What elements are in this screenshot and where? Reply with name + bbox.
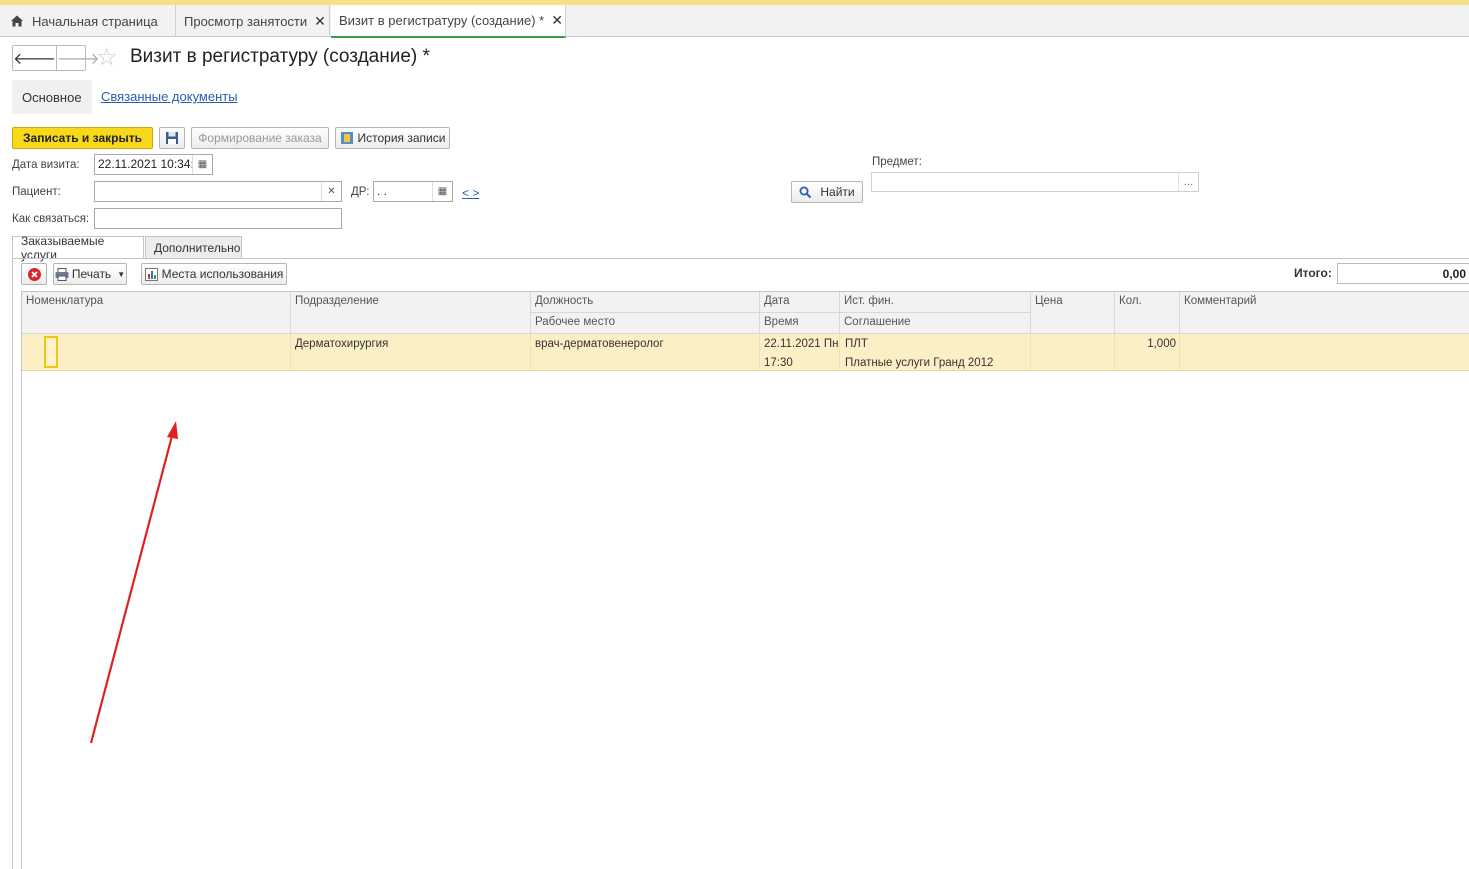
row-divider [1030,334,1031,371]
dob-label: ДР: [351,186,370,198]
tab-visit-label: Визит в регистратуру (создание) * [339,13,545,28]
column-header-time[interactable]: Время [760,313,840,334]
find-button-label: Найти [820,185,855,199]
visit-date-value: 22.11.2021 10:34:3 [98,157,201,171]
report-icon [144,267,158,281]
print-dropdown-button[interactable]: Печать ▼ [53,263,127,285]
section-related-docs-link[interactable]: Связанные документы [101,89,238,104]
total-label: Итого: [1294,266,1332,280]
cell-date[interactable]: 22.11.2021 Пн [764,338,839,350]
tab-additional[interactable]: Дополнительно [145,236,242,258]
column-header-comment[interactable]: Комментарий [1180,292,1469,334]
patient-label: Пациент: [12,186,61,198]
search-icon [799,186,812,198]
history-icon [340,132,353,144]
total-field: 0,00 [1337,263,1469,284]
row-divider [759,334,760,371]
form-order-button[interactable]: Формирование заказа [191,127,329,149]
record-history-button[interactable]: История записи [335,127,450,149]
column-header-fin-source[interactable]: Ист. фин. [840,292,1031,313]
favorite-star-icon[interactable]: ☆ [96,44,118,72]
places-of-use-button[interactable]: Места использования [141,263,287,285]
forward-arrow-icon[interactable]: 🡒 [55,46,100,70]
column-header-price[interactable]: Цена [1031,292,1115,334]
back-arrow-icon[interactable]: 🡐 [13,46,56,70]
tab-divider [12,258,1469,259]
contact-label: Как связаться: [12,213,90,225]
section-main[interactable]: Основное [12,80,92,114]
nomenclature-edit-cell[interactable] [44,336,58,368]
row-divider [530,334,531,371]
cell-fin-source[interactable]: ПЛТ [845,338,868,350]
find-button[interactable]: Найти [791,181,863,203]
column-header-workplace[interactable]: Рабочее место [531,313,760,334]
cell-position[interactable]: врач-дерматовенеролог [535,338,664,350]
column-header-nomenclature[interactable]: Номенклатура [22,292,291,334]
clear-icon[interactable]: ✕ [321,182,341,201]
delete-row-button[interactable] [21,263,47,285]
cell-time[interactable]: 17:30 [764,357,793,369]
save-button[interactable] [159,127,185,149]
print-label: Печать [71,267,112,281]
save-and-close-button[interactable]: Записать и закрыть [12,127,153,149]
dob-field[interactable]: . . ▦ [373,181,453,202]
page-title: Визит в регистратуру (создание) * [130,46,430,67]
column-header-date[interactable]: Дата [760,292,840,313]
delete-icon [27,267,41,281]
column-header-department[interactable]: Подразделение [291,292,531,334]
dob-value: . . [377,184,388,198]
contact-field[interactable] [94,208,342,229]
cell-department[interactable]: Дерматохирургия [295,338,388,350]
places-of-use-label: Места использования [161,267,284,281]
calendar-icon[interactable]: ▦ [192,155,212,174]
column-header-agreement[interactable]: Соглашение [840,313,1031,334]
patient-nav-link[interactable]: < > [462,186,479,200]
close-icon[interactable]: ✕ [314,13,326,30]
calendar-icon[interactable]: ▦ [432,182,452,201]
ellipsis-icon[interactable]: … [1178,173,1198,191]
tab-occupancy[interactable]: Просмотр занятости ✕ [176,5,330,37]
subject-label: Предмет: [872,156,922,168]
subject-field[interactable]: … [871,172,1199,192]
close-icon[interactable]: ✕ [551,12,563,29]
tab-visit-create[interactable]: Визит в регистратуру (создание) * ✕ [331,5,566,38]
history-nav: 🡐 🡒 [12,45,100,71]
patient-field[interactable]: ✕ [94,181,342,202]
column-header-position[interactable]: Должность [531,292,760,313]
floppy-disk-icon [166,132,178,144]
tab-ordered-services[interactable]: Заказываемые услуги [12,234,144,262]
visit-date-field[interactable]: 22.11.2021 10:34:3 ▦ [94,154,213,175]
printer-icon [55,267,69,281]
tab-occupancy-label: Просмотр занятости [184,13,308,29]
visit-date-label: Дата визита: [12,159,80,171]
chevron-down-icon: ▼ [117,269,126,279]
cell-agreement[interactable]: Платные услуги Гранд 2012 [845,357,993,369]
row-divider [1179,334,1180,371]
services-table: Номенклатура Подразделение Должность Раб… [21,291,1469,869]
table-row[interactable]: Дерматохирургия врач-дерматовенеролог 22… [22,334,1469,371]
record-history-label: История записи [357,131,446,145]
app-tab-bar: Начальная страница Просмотр занятости ✕ … [0,5,1469,38]
row-divider [290,334,291,371]
column-header-qty[interactable]: Кол. [1115,292,1180,334]
row-divider [839,334,840,371]
panel-border [12,258,13,869]
tab-home[interactable]: Начальная страница [0,5,176,37]
cell-qty[interactable]: 1,000 [1115,338,1176,350]
home-icon [11,15,23,27]
tab-home-label: Начальная страница [32,13,158,29]
